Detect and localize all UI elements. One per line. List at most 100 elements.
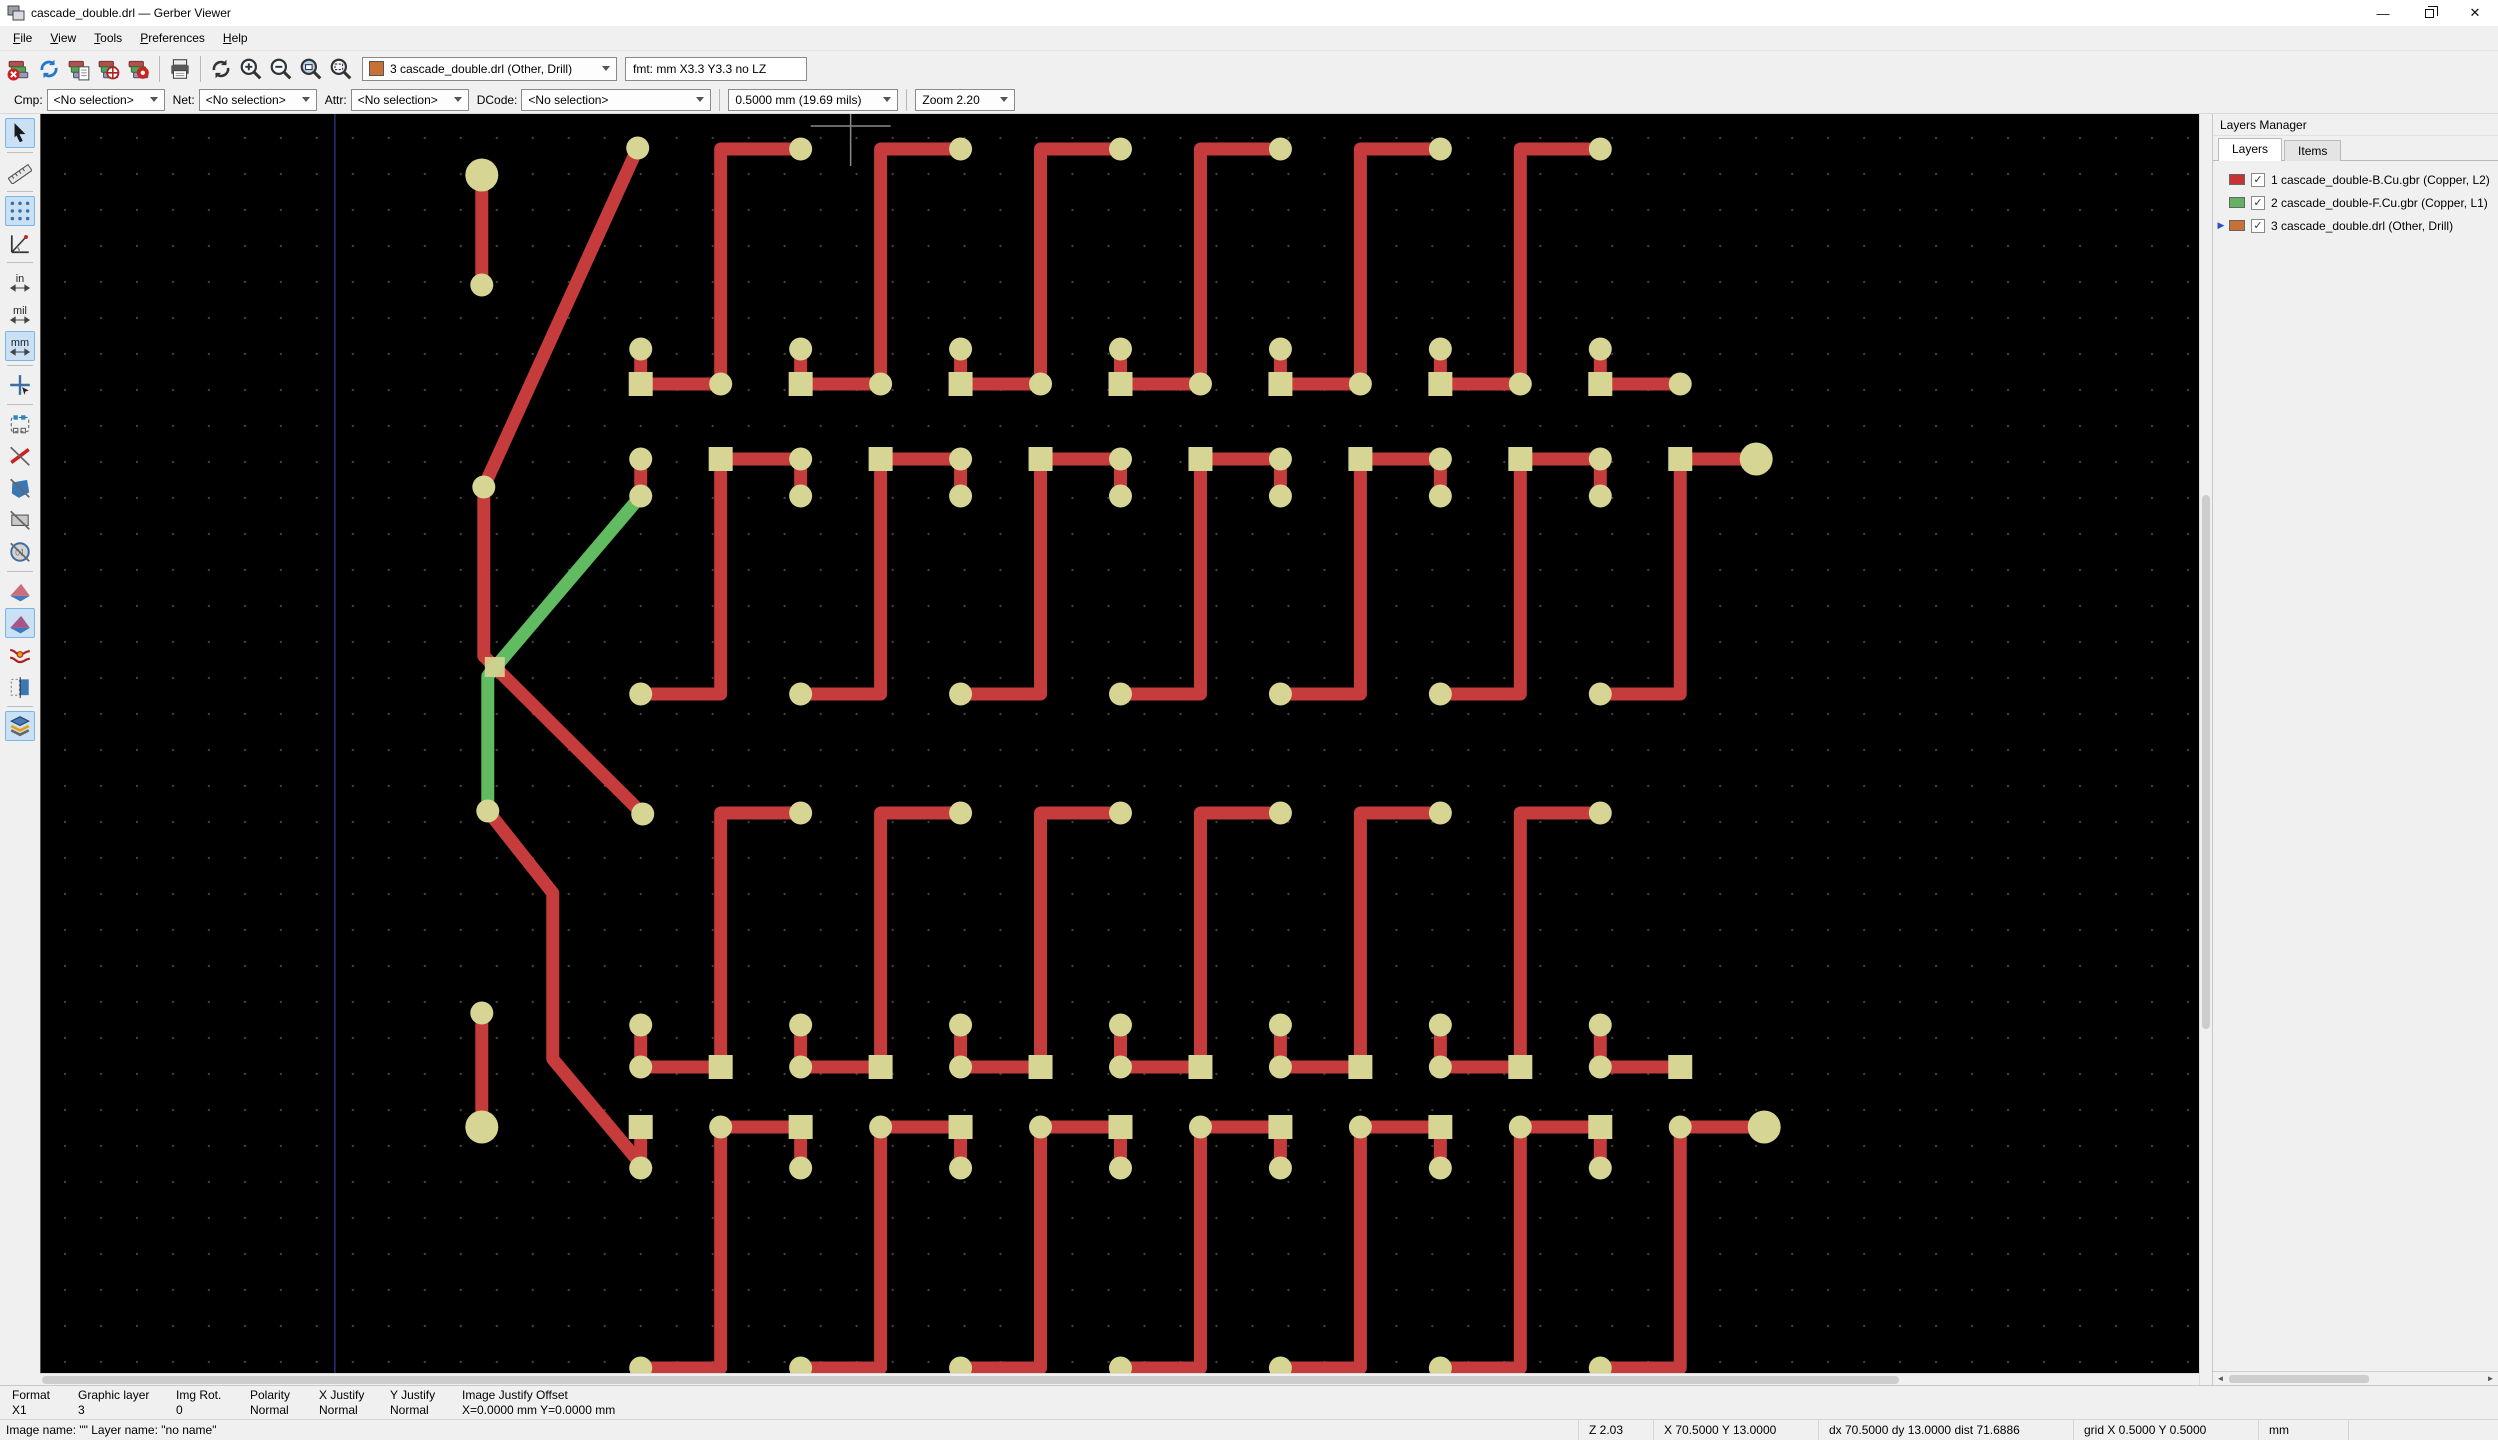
- layer-row[interactable]: ▶ ✓ 3 cascade_double.drl (Other, Drill): [2213, 214, 2498, 237]
- status-cell: mm: [2258, 1420, 2348, 1440]
- restore-button[interactable]: [2406, 0, 2452, 26]
- drill-pad-large: [1747, 1110, 1781, 1144]
- layer-visible-checkbox[interactable]: ✓: [2251, 218, 2265, 233]
- grid-visibility-icon[interactable]: [5, 196, 35, 226]
- drill-pad: [476, 799, 500, 823]
- drill-pad: [1029, 1115, 1053, 1139]
- layer-color-swatch[interactable]: [2229, 174, 2245, 185]
- zoom-fit-icon[interactable]: [296, 54, 326, 84]
- panel-hscrollbar[interactable]: ◄ ►: [2213, 1371, 2498, 1385]
- drill-pad: [1109, 447, 1132, 471]
- active-layer-select[interactable]: 3 cascade_double.drl (Other, Drill): [362, 56, 617, 81]
- measure-icon[interactable]: [5, 157, 35, 187]
- high-contrast-icon[interactable]: [5, 608, 35, 638]
- format-info-box: fmt: mm X3.3 Y3.3 no LZ: [625, 56, 807, 81]
- drill-pad: [1109, 137, 1132, 161]
- drill-pad: [1588, 137, 1612, 161]
- sketch-lines-icon[interactable]: [5, 441, 35, 471]
- open-job-icon[interactable]: [124, 54, 154, 84]
- drill-pad: [789, 1156, 813, 1180]
- active-layer-swatch: [369, 61, 384, 76]
- filter-label: Cmp:: [14, 92, 43, 107]
- vscroll-thumb[interactable]: [2202, 495, 2210, 1030]
- drill-pad: [472, 475, 496, 499]
- menu-help[interactable]: Help: [214, 28, 257, 48]
- drill-pad-square: [1428, 1115, 1453, 1139]
- tab-layers[interactable]: Layers: [2218, 138, 2283, 161]
- cursor-shape-icon[interactable]: [5, 370, 35, 400]
- drill-pad: [949, 1156, 973, 1180]
- layer-visible-checkbox[interactable]: ✓: [2251, 195, 2265, 210]
- sketch-pads-icon[interactable]: [5, 409, 35, 439]
- layer-row[interactable]: ✓ 1 cascade_double-B.Cu.gbr (Copper, L2): [2213, 168, 2498, 191]
- close-button[interactable]: ✕: [2452, 0, 2498, 26]
- layers-manager-panel: Layers Manager Layers Items ✓ 1 cascade_do…: [2212, 114, 2498, 1385]
- units-mm-icon[interactable]: mm: [5, 331, 35, 361]
- minimize-button[interactable]: —: [2360, 0, 2406, 26]
- units-mils-icon[interactable]: mil: [5, 299, 35, 329]
- drill-pad: [1588, 447, 1612, 471]
- drill-pad: [709, 1115, 733, 1139]
- menu-file[interactable]: File: [4, 28, 41, 48]
- layers-manager-icon[interactable]: [5, 711, 35, 741]
- reload-layers-icon[interactable]: [34, 54, 64, 84]
- canvas-hscrollbar[interactable]: [40, 1373, 2199, 1385]
- menu-view[interactable]: View: [41, 28, 85, 48]
- drill-pad: [1428, 1013, 1452, 1037]
- menu-preferences[interactable]: Preferences: [131, 28, 214, 48]
- drill-pad: [1188, 372, 1212, 396]
- cmp-select[interactable]: <No selection>: [46, 88, 165, 111]
- hscroll-thumb[interactable]: [42, 1376, 1899, 1384]
- units-inches-icon[interactable]: in: [5, 267, 35, 297]
- gerber-canvas[interactable]: [40, 114, 2199, 1373]
- drill-pad: [1508, 1115, 1532, 1139]
- open-gerber-icon[interactable]: [64, 54, 94, 84]
- open-drill-icon[interactable]: [94, 54, 124, 84]
- drill-pad: [949, 682, 973, 706]
- attr-select[interactable]: <No selection>: [350, 88, 469, 111]
- zoom-select-icon[interactable]: [326, 54, 356, 84]
- drill-pad: [1348, 1115, 1372, 1139]
- scroll-right-icon[interactable]: ►: [2483, 1374, 2498, 1383]
- flip-view-icon[interactable]: [5, 672, 35, 702]
- drill-pad-square: [1028, 1055, 1053, 1079]
- layer-visible-checkbox[interactable]: ✓: [2251, 172, 2265, 187]
- drill-pad: [1508, 372, 1532, 396]
- sketch-polygons-icon[interactable]: [5, 473, 35, 503]
- canvas-vscrollbar[interactable]: [2199, 114, 2212, 1385]
- filter-label: DCode:: [476, 92, 518, 107]
- tab-items[interactable]: Items: [2284, 140, 2342, 161]
- show-negative-objects-icon[interactable]: [5, 505, 35, 535]
- scroll-left-icon[interactable]: ◄: [2213, 1374, 2228, 1383]
- zoom-out-icon[interactable]: [266, 54, 296, 84]
- drill-pad-square: [948, 372, 973, 396]
- chevron-down-icon: [883, 97, 892, 102]
- layer-row[interactable]: ✓ 2 cascade_double-F.Cu.gbr (Copper, L1): [2213, 191, 2498, 214]
- net-highlight-icon[interactable]: [5, 640, 35, 670]
- clear-layers-icon[interactable]: [4, 54, 34, 84]
- active-layer-value: 3 cascade_double.drl (Other, Drill): [390, 61, 573, 76]
- toolbar-separator: [7, 262, 33, 263]
- drill-pad: [1588, 484, 1612, 508]
- zoom-in-icon[interactable]: [236, 54, 266, 84]
- layer-color-swatch[interactable]: [2229, 220, 2245, 231]
- image-layer-name: Image name: "" Layer name: "no name": [6, 1423, 217, 1437]
- redraw-icon[interactable]: [206, 54, 236, 84]
- drill-pad: [789, 801, 813, 825]
- drill-pad-square: [788, 372, 813, 396]
- dcode-display-icon[interactable]: 01: [5, 537, 35, 567]
- status-graphic-layer: Graphic layer 3: [78, 1387, 150, 1417]
- layer-color-swatch[interactable]: [2229, 197, 2245, 208]
- drill-pad: [1588, 801, 1612, 825]
- net-select[interactable]: <No selection>: [198, 88, 317, 111]
- print-icon[interactable]: [165, 54, 195, 84]
- polar-coords-icon[interactable]: [5, 228, 35, 258]
- diff-mode-icon[interactable]: [5, 576, 35, 606]
- zoom-select[interactable]: Zoom 2.20: [915, 88, 1016, 111]
- drill-pad: [949, 1055, 973, 1079]
- select-arrow-icon[interactable]: [5, 118, 35, 148]
- grid-size-select[interactable]: 0.5000 mm (19.69 mils): [728, 88, 899, 111]
- toolbar-separator: [7, 365, 33, 366]
- dcode-select[interactable]: <No selection>: [521, 88, 712, 111]
- menu-tools[interactable]: Tools: [85, 28, 131, 48]
